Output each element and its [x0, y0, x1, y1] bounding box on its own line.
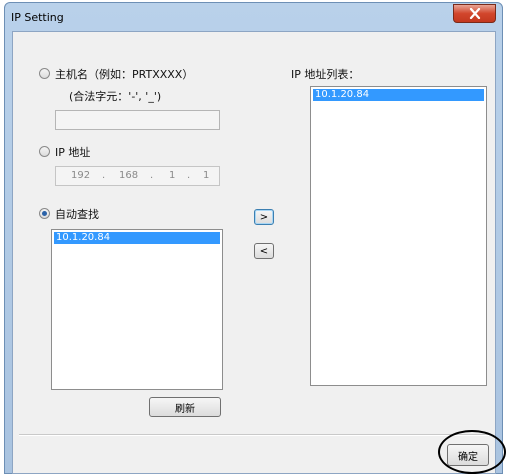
found-device-item[interactable]: 10.1.20.84 [54, 232, 220, 244]
ip-dot-2: . [150, 170, 154, 181]
ip-dot-3: . [187, 170, 191, 181]
hostname-input[interactable] [55, 110, 220, 130]
add-to-list-button[interactable]: > [254, 209, 274, 225]
ip-address-input[interactable]: 192 . 168 . 1 . 1 [55, 166, 220, 186]
hostname-radio[interactable] [39, 68, 50, 79]
highlight-circle [438, 430, 506, 474]
ip-list-label: IP 地址列表： [291, 68, 360, 81]
ip-setting-window: IP Setting 主机名（例如：PRTXXXX） (合法字元：'-', '_… [4, 2, 503, 474]
hostname-label: 主机名（例如：PRTXXXX） [55, 68, 194, 81]
hostname-hint: (合法字元：'-', '_') [69, 90, 162, 103]
ip-address-radio[interactable] [39, 146, 50, 157]
found-devices-list[interactable]: 10.1.20.84 [51, 229, 223, 390]
separator [19, 434, 489, 436]
close-button[interactable] [453, 4, 496, 23]
window-title: IP Setting [11, 11, 64, 24]
ip-octet-4: 1 [203, 170, 210, 181]
close-icon [469, 8, 480, 19]
title-bar: IP Setting [5, 3, 502, 31]
ip-list-item[interactable]: 10.1.20.84 [313, 89, 484, 101]
ip-octet-3: 1 [169, 170, 176, 181]
auto-search-label: 自动查找 [55, 208, 99, 221]
ip-dot-1: . [102, 170, 106, 181]
ip-octet-2: 168 [119, 170, 139, 181]
ip-address-list[interactable]: 10.1.20.84 [310, 86, 487, 386]
auto-search-radio[interactable] [39, 208, 50, 219]
dialog-client-area: 主机名（例如：PRTXXXX） (合法字元：'-', '_') IP 地址 19… [12, 31, 496, 474]
remove-from-list-button[interactable]: < [254, 243, 274, 259]
ip-octet-1: 192 [71, 170, 91, 181]
refresh-button[interactable]: 刷新 [149, 397, 221, 417]
ip-address-label: IP 地址 [55, 146, 91, 159]
